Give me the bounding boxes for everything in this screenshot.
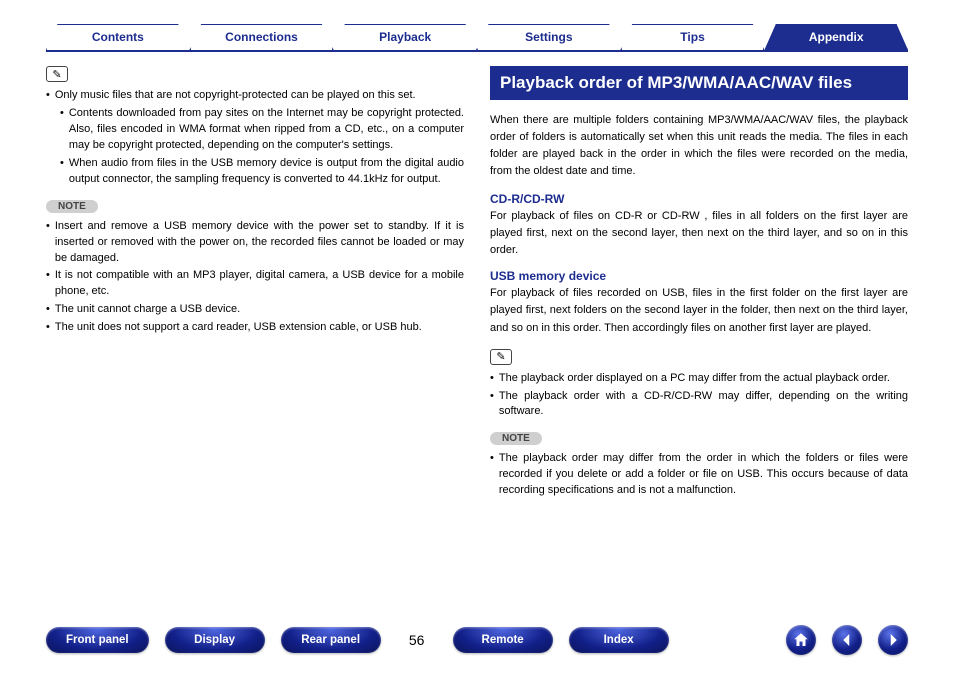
- top-tabs: Contents Connections Playback Settings T…: [0, 0, 954, 50]
- front-panel-button[interactable]: Front panel: [46, 627, 149, 653]
- page-number: 56: [397, 632, 437, 648]
- left-note-2: It is not compatible with an MP3 player,…: [55, 268, 464, 300]
- right-note-body: The playback order may differ from the o…: [499, 451, 908, 499]
- tab-contents[interactable]: Contents: [46, 24, 190, 50]
- tab-playback[interactable]: Playback: [333, 24, 477, 50]
- left-column: ✎ Only music files that are not copyrigh…: [46, 66, 464, 501]
- home-icon[interactable]: [786, 625, 816, 655]
- intro-paragraph: When there are multiple folders containi…: [490, 112, 908, 180]
- rear-panel-button[interactable]: Rear panel: [281, 627, 381, 653]
- remote-button[interactable]: Remote: [453, 627, 553, 653]
- pencil-icon: ✎: [46, 66, 68, 82]
- pencil-icon-right: ✎: [490, 349, 512, 365]
- tab-connections[interactable]: Connections: [190, 24, 334, 50]
- subhead-usb: USB memory device: [490, 269, 908, 283]
- section-heading: Playback order of MP3/WMA/AAC/WAV files: [490, 66, 908, 100]
- tab-settings[interactable]: Settings: [477, 24, 621, 50]
- left-bullet-1b: When audio from files in the USB memory …: [69, 156, 464, 188]
- tab-appendix[interactable]: Appendix: [764, 24, 908, 50]
- cdr-paragraph: For playback of files on CD-R or CD-RW ,…: [490, 208, 908, 259]
- left-bullet-1: Only music files that are not copyright-…: [55, 88, 416, 104]
- bottom-nav: Front panel Display Rear panel 56 Remote…: [0, 625, 954, 655]
- tab-tips[interactable]: Tips: [621, 24, 765, 50]
- right-tip-2: The playback order with a CD-R/CD-RW may…: [499, 389, 908, 421]
- index-button[interactable]: Index: [569, 627, 669, 653]
- note-badge-right: NOTE: [490, 432, 542, 445]
- left-note-1: Insert and remove a USB memory device wi…: [55, 219, 464, 267]
- note-badge-left: NOTE: [46, 200, 98, 213]
- left-bullet-1a: Contents downloaded from pay sites on th…: [69, 106, 464, 154]
- next-page-icon[interactable]: [878, 625, 908, 655]
- left-note-4: The unit does not support a card reader,…: [55, 320, 422, 336]
- right-tip-1: The playback order displayed on a PC may…: [499, 371, 890, 387]
- prev-page-icon[interactable]: [832, 625, 862, 655]
- display-button[interactable]: Display: [165, 627, 265, 653]
- left-note-3: The unit cannot charge a USB device.: [55, 302, 240, 318]
- subhead-cdr: CD-R/CD-RW: [490, 192, 908, 206]
- usb-paragraph: For playback of files recorded on USB, f…: [490, 285, 908, 336]
- right-column: Playback order of MP3/WMA/AAC/WAV files …: [490, 66, 908, 501]
